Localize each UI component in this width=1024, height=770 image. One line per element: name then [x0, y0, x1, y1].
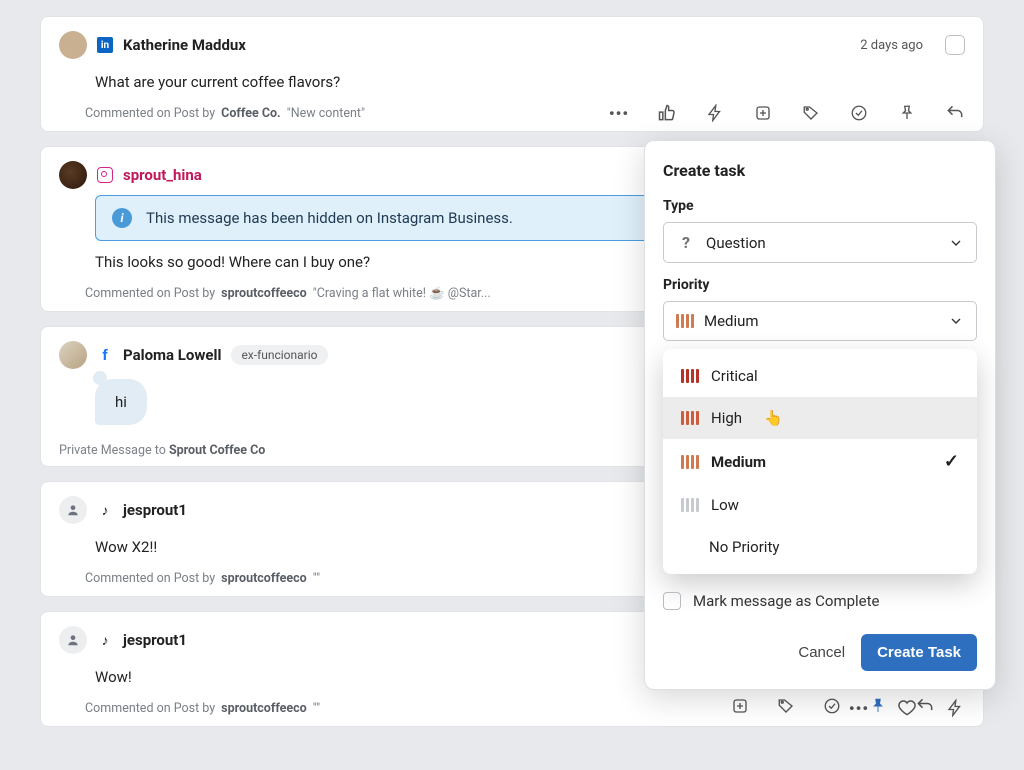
priority-bars-icon: [681, 411, 699, 425]
meta-quote: "Craving a flat white! ☕ @Star...: [313, 286, 491, 301]
priority-dropdown: Critical High 👆 Medium ✓ Low No Priority: [663, 349, 977, 574]
thumbs-up-icon[interactable]: [657, 103, 677, 123]
chevron-down-icon: [948, 235, 964, 251]
type-select[interactable]: ? Question: [663, 222, 977, 263]
message-body: What are your current coffee flavors?: [95, 73, 965, 91]
author-name[interactable]: jesprout1: [123, 501, 187, 519]
question-icon: ?: [676, 233, 696, 252]
priority-option-high[interactable]: High 👆: [663, 397, 977, 439]
priority-bars-icon: [676, 314, 694, 328]
avatar[interactable]: [59, 161, 87, 189]
meta-source[interactable]: Sprout Coffee Co: [169, 443, 265, 458]
mark-complete-checkbox[interactable]: [663, 592, 681, 610]
meta-prefix: Commented on Post by: [85, 701, 215, 716]
create-task-button[interactable]: Create Task: [861, 634, 977, 671]
mark-complete-row[interactable]: Mark message as Complete: [663, 592, 977, 610]
priority-option-none[interactable]: No Priority: [663, 526, 977, 568]
meta-prefix: Private Message to: [59, 443, 169, 458]
info-icon: i: [112, 208, 132, 228]
reply-icon[interactable]: [915, 696, 935, 716]
priority-option-medium[interactable]: Medium ✓: [663, 439, 977, 484]
bolt-icon[interactable]: [945, 698, 965, 718]
check-icon: ✓: [944, 451, 959, 472]
banner-text: This message has been hidden on Instagra…: [146, 209, 513, 227]
mark-complete-label: Mark message as Complete: [693, 592, 880, 610]
bolt-icon[interactable]: [705, 103, 725, 123]
meta-source[interactable]: sproutcoffeeco: [221, 701, 307, 716]
facebook-icon: f: [97, 347, 113, 363]
check-circle-icon[interactable]: [823, 697, 841, 715]
author-name[interactable]: sprout_hina: [123, 166, 202, 184]
instagram-icon: [97, 167, 113, 183]
meta-row: Commented on Post by Coffee Co. "New con…: [85, 103, 965, 123]
meta-source[interactable]: sproutcoffeeco: [221, 571, 307, 586]
priority-option-critical[interactable]: Critical: [663, 355, 977, 397]
meta-source[interactable]: Coffee Co.: [221, 106, 281, 121]
panel-footer: Cancel Create Task: [663, 634, 977, 671]
option-label: No Priority: [709, 538, 779, 556]
cancel-button[interactable]: Cancel: [798, 644, 845, 661]
linkedin-icon: in: [97, 37, 113, 53]
priority-bars-icon: [681, 369, 699, 383]
check-circle-icon[interactable]: [849, 103, 869, 123]
action-bar-extra: [731, 696, 935, 716]
meta-quote: "New content": [287, 106, 365, 121]
timestamp: 2 days ago: [860, 38, 923, 53]
type-value: Question: [706, 234, 766, 252]
priority-select[interactable]: Medium: [663, 301, 977, 341]
tag-icon[interactable]: [777, 697, 795, 715]
option-label: Medium: [711, 453, 766, 471]
avatar[interactable]: [59, 31, 87, 59]
avatar[interactable]: [59, 626, 87, 654]
option-label: Critical: [711, 367, 758, 385]
priority-bars-icon: [681, 455, 699, 469]
create-task-panel: Create task Type ? Question Priority Med…: [644, 140, 996, 690]
priority-label: Priority: [663, 277, 977, 293]
avatar[interactable]: [59, 496, 87, 524]
tiktok-icon: ♪: [97, 632, 113, 648]
priority-option-low[interactable]: Low: [663, 484, 977, 526]
message-bubble: hi: [95, 379, 147, 425]
card-header: in Katherine Maddux 2 days ago: [59, 31, 965, 59]
meta-quote: "": [313, 571, 320, 586]
author-name[interactable]: Katherine Maddux: [123, 36, 246, 54]
meta-prefix: Commented on Post by: [85, 106, 215, 121]
message-card: in Katherine Maddux 2 days ago What are …: [40, 16, 984, 132]
meta-prefix: Commented on Post by: [85, 571, 215, 586]
select-checkbox[interactable]: [945, 35, 965, 55]
pin-icon[interactable]: [869, 697, 887, 715]
note-icon[interactable]: [753, 103, 773, 123]
note-icon[interactable]: [731, 697, 749, 715]
tiktok-icon: ♪: [97, 502, 113, 518]
meta-source[interactable]: sproutcoffeeco: [221, 286, 307, 301]
type-label: Type: [663, 198, 977, 214]
meta-quote: "": [313, 701, 320, 716]
reply-icon[interactable]: [945, 103, 965, 123]
priority-value: Medium: [704, 312, 759, 330]
action-bar: •••: [609, 103, 965, 123]
priority-bars-icon: [681, 498, 699, 512]
cursor-icon: 👆: [764, 409, 783, 427]
more-icon[interactable]: •••: [609, 103, 629, 123]
pin-icon[interactable]: [897, 103, 917, 123]
avatar[interactable]: [59, 341, 87, 369]
option-label: Low: [711, 496, 739, 514]
panel-title: Create task: [663, 161, 977, 180]
author-name[interactable]: jesprout1: [123, 631, 187, 649]
tag-icon[interactable]: [801, 103, 821, 123]
user-tag: ex-funcionario: [231, 345, 327, 365]
meta-prefix: Commented on Post by: [85, 286, 215, 301]
chevron-down-icon: [948, 313, 964, 329]
option-label: High: [711, 409, 742, 427]
author-name[interactable]: Paloma Lowell: [123, 346, 221, 364]
